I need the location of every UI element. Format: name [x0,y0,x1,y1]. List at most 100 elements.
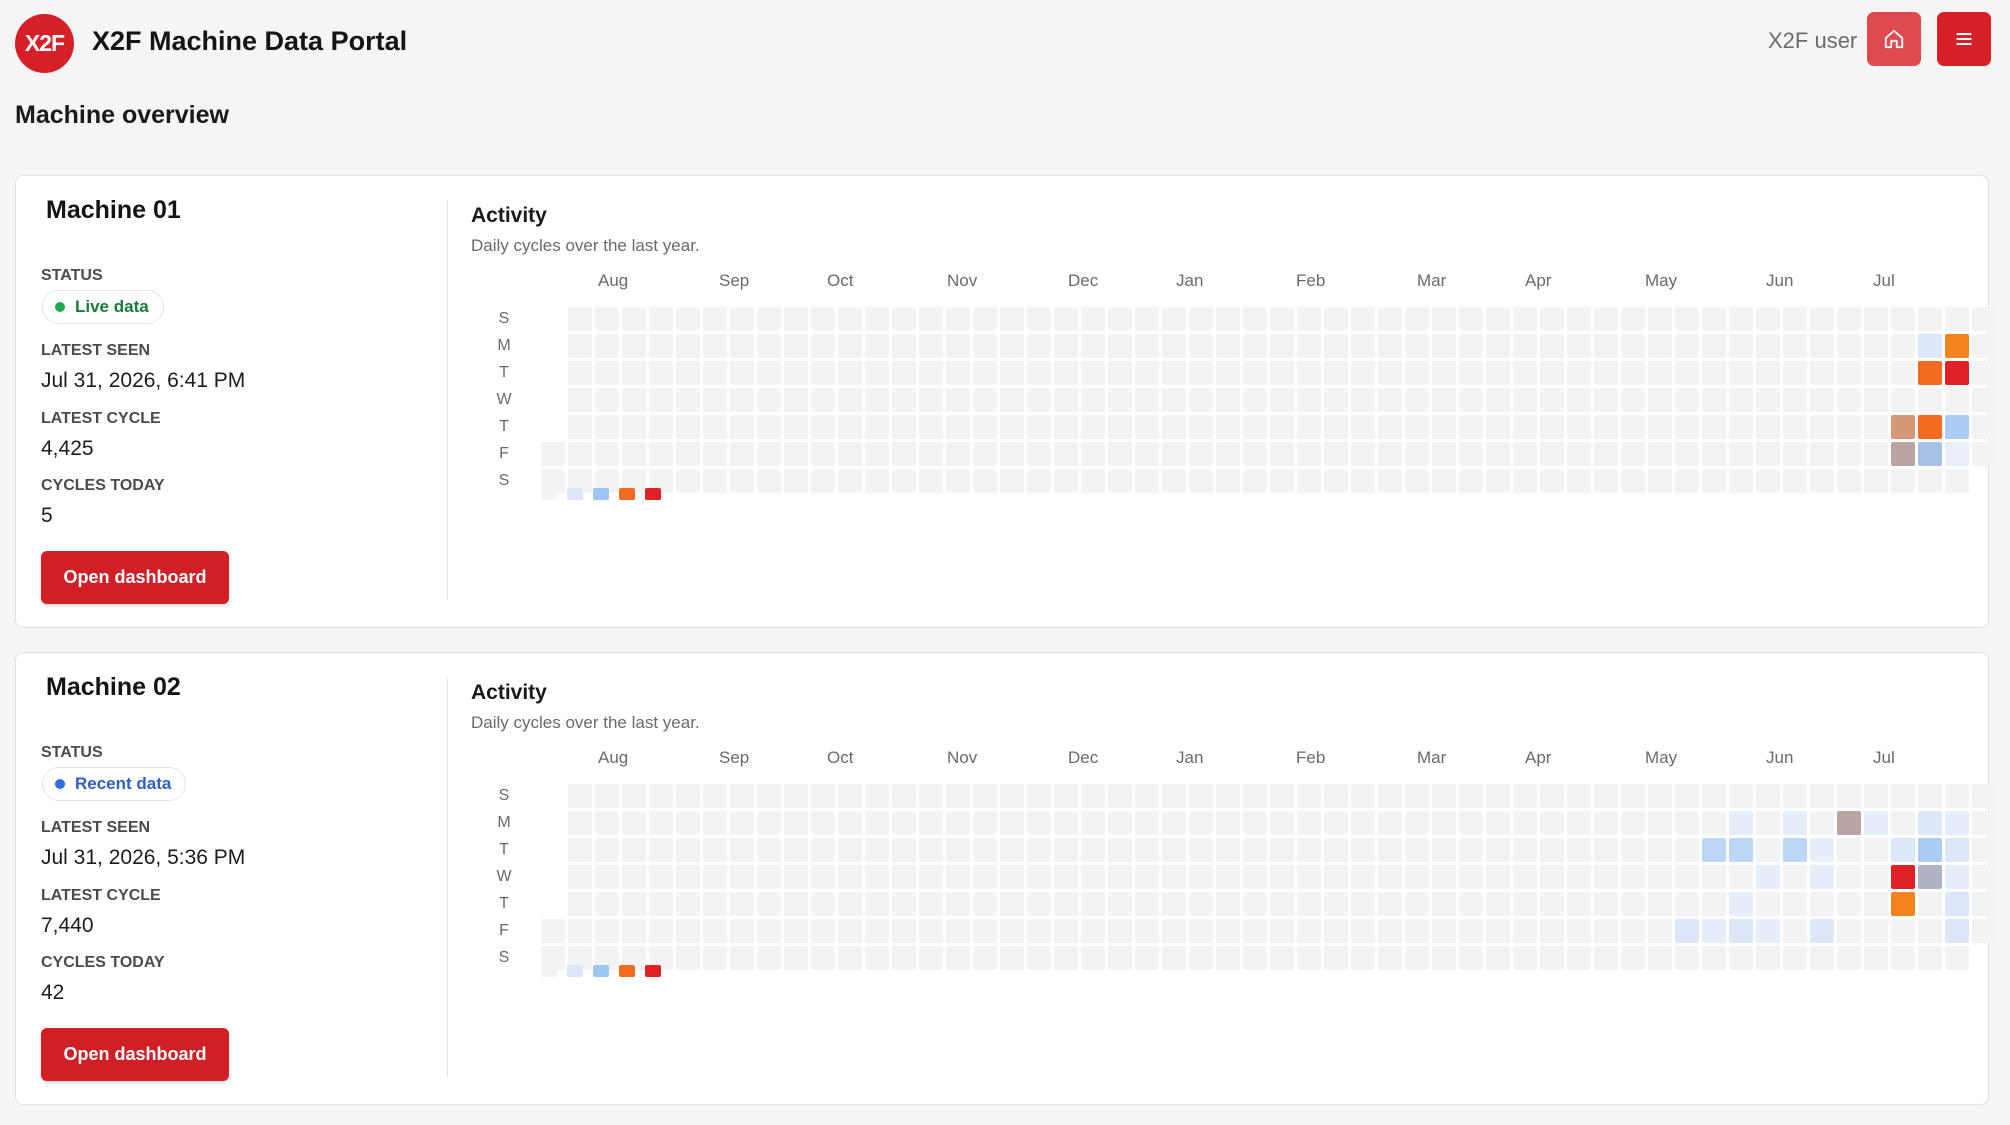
activity-day-cell[interactable] [1324,307,1348,331]
activity-day-cell[interactable] [1513,865,1537,889]
activity-day-cell[interactable] [784,334,808,358]
activity-day-cell[interactable] [757,388,781,412]
activity-day-cell[interactable] [1837,892,1861,916]
activity-day-cell[interactable] [1162,892,1186,916]
activity-day-cell[interactable] [1297,307,1321,331]
activity-day-cell[interactable] [1675,811,1699,835]
activity-day-cell[interactable] [1972,892,1996,916]
activity-day-cell[interactable] [973,919,997,943]
activity-day-cell[interactable] [1756,307,1780,331]
activity-day-cell[interactable] [1972,361,1996,385]
activity-day-cell[interactable] [1270,388,1294,412]
activity-day-cell[interactable] [1567,892,1591,916]
activity-day-cell[interactable] [1189,865,1213,889]
activity-day-cell[interactable] [1729,334,1753,358]
activity-day-cell[interactable] [1189,784,1213,808]
activity-day-cell[interactable] [1702,388,1726,412]
activity-day-cell[interactable] [919,415,943,439]
activity-day-cell[interactable] [1648,892,1672,916]
activity-day-cell[interactable] [1108,334,1132,358]
activity-day-cell[interactable] [1027,811,1051,835]
activity-day-cell[interactable] [1000,811,1024,835]
activity-day-cell[interactable] [1675,838,1699,862]
activity-day-cell[interactable] [649,307,673,331]
activity-day-cell[interactable] [865,388,889,412]
activity-day-cell[interactable] [1270,307,1294,331]
activity-day-cell[interactable] [1837,865,1861,889]
activity-day-cell[interactable] [622,811,646,835]
activity-day-cell[interactable] [622,892,646,916]
activity-day-cell[interactable] [892,307,916,331]
activity-day-cell[interactable] [1000,919,1024,943]
activity-day-cell[interactable] [1594,415,1618,439]
activity-day-cell[interactable] [1054,442,1078,466]
activity-day-cell[interactable] [1756,442,1780,466]
activity-day-cell[interactable] [1027,784,1051,808]
activity-day-cell[interactable] [1297,838,1321,862]
activity-day-cell[interactable] [703,415,727,439]
activity-day-cell[interactable] [757,334,781,358]
activity-day-cell[interactable] [1513,442,1537,466]
activity-day-cell[interactable] [1729,442,1753,466]
activity-day-cell[interactable] [1972,388,1996,412]
activity-day-cell[interactable] [1648,361,1672,385]
activity-day-cell[interactable] [1648,865,1672,889]
activity-day-cell[interactable] [1810,361,1834,385]
activity-day-cell[interactable] [1675,442,1699,466]
activity-day-cell[interactable] [1486,361,1510,385]
activity-day-cell[interactable] [1864,892,1888,916]
activity-day-cell[interactable] [1702,784,1726,808]
activity-day-cell[interactable] [1891,811,1915,835]
activity-day-cell[interactable] [1972,442,1996,466]
activity-day-cell[interactable] [1783,415,1807,439]
activity-day-cell[interactable] [1405,334,1429,358]
activity-day-cell[interactable] [1378,334,1402,358]
activity-day-cell[interactable] [1594,307,1618,331]
activity-day-cell[interactable] [1621,361,1645,385]
activity-day-cell[interactable] [1513,307,1537,331]
activity-day-cell[interactable] [1729,388,1753,412]
activity-day-cell[interactable] [784,361,808,385]
activity-day-cell[interactable] [1162,919,1186,943]
activity-day-cell[interactable] [1405,892,1429,916]
activity-day-cell[interactable] [1054,946,1078,970]
activity-day-cell[interactable] [1891,307,1915,331]
activity-day-cell[interactable] [1864,811,1888,835]
activity-day-cell[interactable] [1378,442,1402,466]
activity-day-cell[interactable] [1324,946,1348,970]
activity-day-cell[interactable] [568,442,592,466]
activity-day-cell[interactable] [1432,361,1456,385]
activity-day-cell[interactable] [1837,784,1861,808]
activity-day-cell[interactable] [811,865,835,889]
activity-day-cell[interactable] [973,811,997,835]
activity-day-cell[interactable] [919,307,943,331]
activity-day-cell[interactable] [1081,838,1105,862]
activity-day-cell[interactable] [649,838,673,862]
activity-day-cell[interactable] [1621,307,1645,331]
activity-day-cell[interactable] [1324,784,1348,808]
activity-day-cell[interactable] [811,811,835,835]
activity-day-cell[interactable] [1648,946,1672,970]
activity-day-cell[interactable] [1540,811,1564,835]
activity-day-cell[interactable] [811,838,835,862]
activity-day-cell[interactable] [1216,946,1240,970]
activity-day-cell[interactable] [1675,892,1699,916]
activity-day-cell[interactable] [1945,892,1969,916]
activity-day-cell[interactable] [1432,838,1456,862]
activity-day-cell[interactable] [1324,442,1348,466]
activity-day-cell[interactable] [757,784,781,808]
activity-day-cell[interactable] [1594,946,1618,970]
activity-day-cell[interactable] [703,469,727,493]
activity-day-cell[interactable] [1675,307,1699,331]
activity-day-cell[interactable] [1432,334,1456,358]
activity-day-cell[interactable] [1621,838,1645,862]
activity-day-cell[interactable] [595,388,619,412]
home-button[interactable] [1867,12,1921,66]
activity-day-cell[interactable] [1621,415,1645,439]
activity-day-cell[interactable] [757,919,781,943]
activity-day-cell[interactable] [1216,892,1240,916]
activity-day-cell[interactable] [595,919,619,943]
activity-day-cell[interactable] [784,415,808,439]
activity-day-cell[interactable] [1864,361,1888,385]
activity-day-cell[interactable] [1297,811,1321,835]
